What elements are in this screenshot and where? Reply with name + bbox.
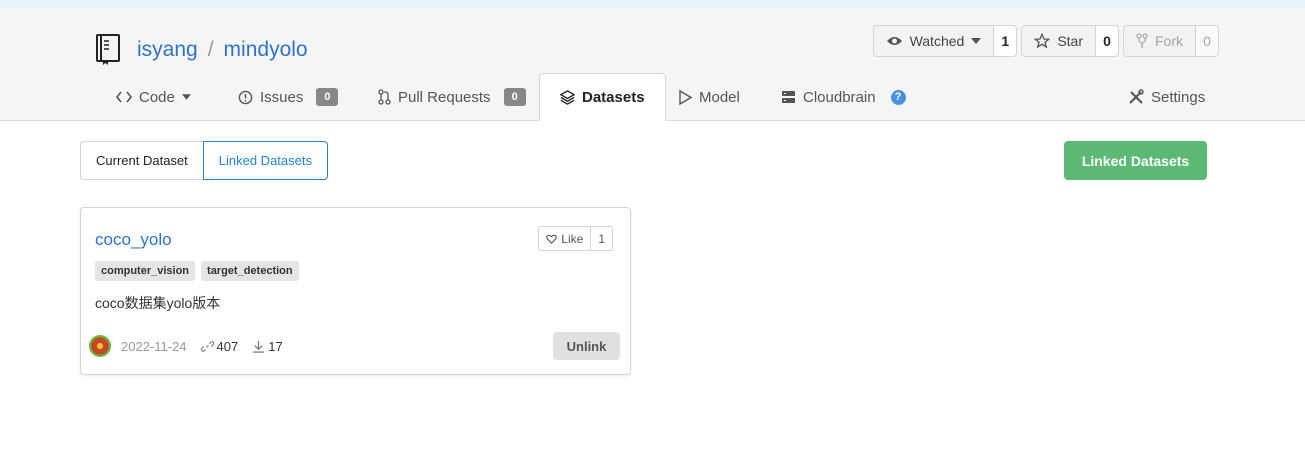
watch-label-wrap: Watched <box>873 26 995 56</box>
repo-name-link[interactable]: mindyolo <box>224 38 308 62</box>
repo-header: isyang / mindyolo Watched 1 Star 0 Fork <box>0 8 1305 121</box>
current-dataset-button[interactable]: Current Dataset <box>80 141 203 180</box>
repo-separator: / <box>207 38 214 61</box>
tab-settings-label: Settings <box>1151 88 1206 106</box>
links-count: 407 <box>216 338 239 354</box>
eye-icon <box>886 37 902 45</box>
downloads-stat: 17 <box>252 338 283 354</box>
tab-pull-requests[interactable]: Pull Requests 0 <box>378 73 526 121</box>
fork-count[interactable]: 0 <box>1196 26 1218 56</box>
tag-target-detection[interactable]: target_detection <box>201 261 299 281</box>
repo-book-icon <box>96 34 120 65</box>
downloads-count: 17 <box>268 338 283 354</box>
star-icon <box>1034 33 1051 49</box>
tab-datasets[interactable]: Datasets <box>539 73 666 121</box>
dataset-switcher: Current Dataset Linked Datasets <box>80 141 328 180</box>
code-icon <box>116 91 132 103</box>
tab-pulls-label: Pull Requests <box>398 88 491 106</box>
play-icon <box>679 89 692 105</box>
watch-label: Watched <box>909 33 965 49</box>
dataset-tags: computer_vision target_detection <box>95 261 299 281</box>
pull-request-icon <box>378 89 391 105</box>
issues-count-badge: 0 <box>316 88 339 106</box>
issue-icon <box>238 90 253 104</box>
layers-icon <box>560 89 575 105</box>
download-icon <box>253 340 265 353</box>
tab-code-label: Code <box>139 88 175 106</box>
like-label-wrap: Like <box>539 227 592 250</box>
fork-icon <box>1136 33 1148 48</box>
tab-issues[interactable]: Issues 0 <box>238 73 339 121</box>
avatar[interactable] <box>89 335 111 357</box>
like-label: Like <box>561 231 584 246</box>
tab-issues-label: Issues <box>260 88 304 106</box>
star-label: Star <box>1057 33 1083 49</box>
like-button[interactable]: Like 1 <box>538 226 613 251</box>
watch-count[interactable]: 1 <box>994 26 1016 56</box>
dataset-description: coco数据集yolo版本 <box>95 295 221 311</box>
dataset-date: 2022-11-24 <box>121 338 187 354</box>
repo-owner-link[interactable]: isyang <box>137 38 198 62</box>
linked-datasets-button[interactable]: Linked Datasets <box>1064 141 1207 180</box>
fork-button[interactable]: Fork 0 <box>1123 25 1219 57</box>
dataset-title-link[interactable]: coco_yolo <box>95 230 172 250</box>
star-button[interactable]: Star 0 <box>1021 25 1119 57</box>
links-stat: 407 <box>200 338 239 354</box>
tab-datasets-label: Datasets <box>582 88 645 106</box>
like-count: 1 <box>598 231 605 246</box>
repo-title: isyang / mindyolo <box>95 34 308 66</box>
repo-actions: Watched 1 Star 0 Fork 0 <box>872 25 1219 57</box>
unlink-button[interactable]: Unlink <box>553 332 620 360</box>
tab-model-label: Model <box>699 88 740 106</box>
tab-settings[interactable]: Settings <box>1128 73 1205 121</box>
chevron-down-icon <box>181 94 191 100</box>
tab-model[interactable]: Model <box>679 73 740 121</box>
tab-cloudbrain[interactable]: Cloudbrain ? <box>781 73 906 121</box>
repo-tabs: Code Issues 0 Pull Requests 0 Datasets M… <box>0 73 1305 121</box>
dataset-meta: 2022-11-24 407 17 <box>89 335 283 357</box>
chevron-down-icon <box>971 38 982 44</box>
tag-computer-vision[interactable]: computer_vision <box>95 261 196 281</box>
star-label-wrap: Star <box>1022 26 1096 56</box>
fork-label-wrap: Fork <box>1124 26 1196 56</box>
heart-icon <box>546 234 558 244</box>
tab-code[interactable]: Code <box>116 73 191 121</box>
pulls-count-badge: 0 <box>503 88 526 106</box>
fork-label: Fork <box>1155 33 1183 49</box>
tab-cloudbrain-label: Cloudbrain <box>803 88 876 106</box>
linked-datasets-tab-button[interactable]: Linked Datasets <box>202 141 328 180</box>
dataset-card: coco_yolo Like 1 computer_vision target_… <box>80 207 631 375</box>
watch-button[interactable]: Watched 1 <box>872 25 1018 57</box>
top-strip <box>0 0 1305 8</box>
tools-icon <box>1129 89 1144 104</box>
help-icon[interactable]: ? <box>890 89 906 105</box>
server-icon <box>782 91 795 103</box>
link-icon <box>200 340 214 352</box>
star-count[interactable]: 0 <box>1096 26 1118 56</box>
